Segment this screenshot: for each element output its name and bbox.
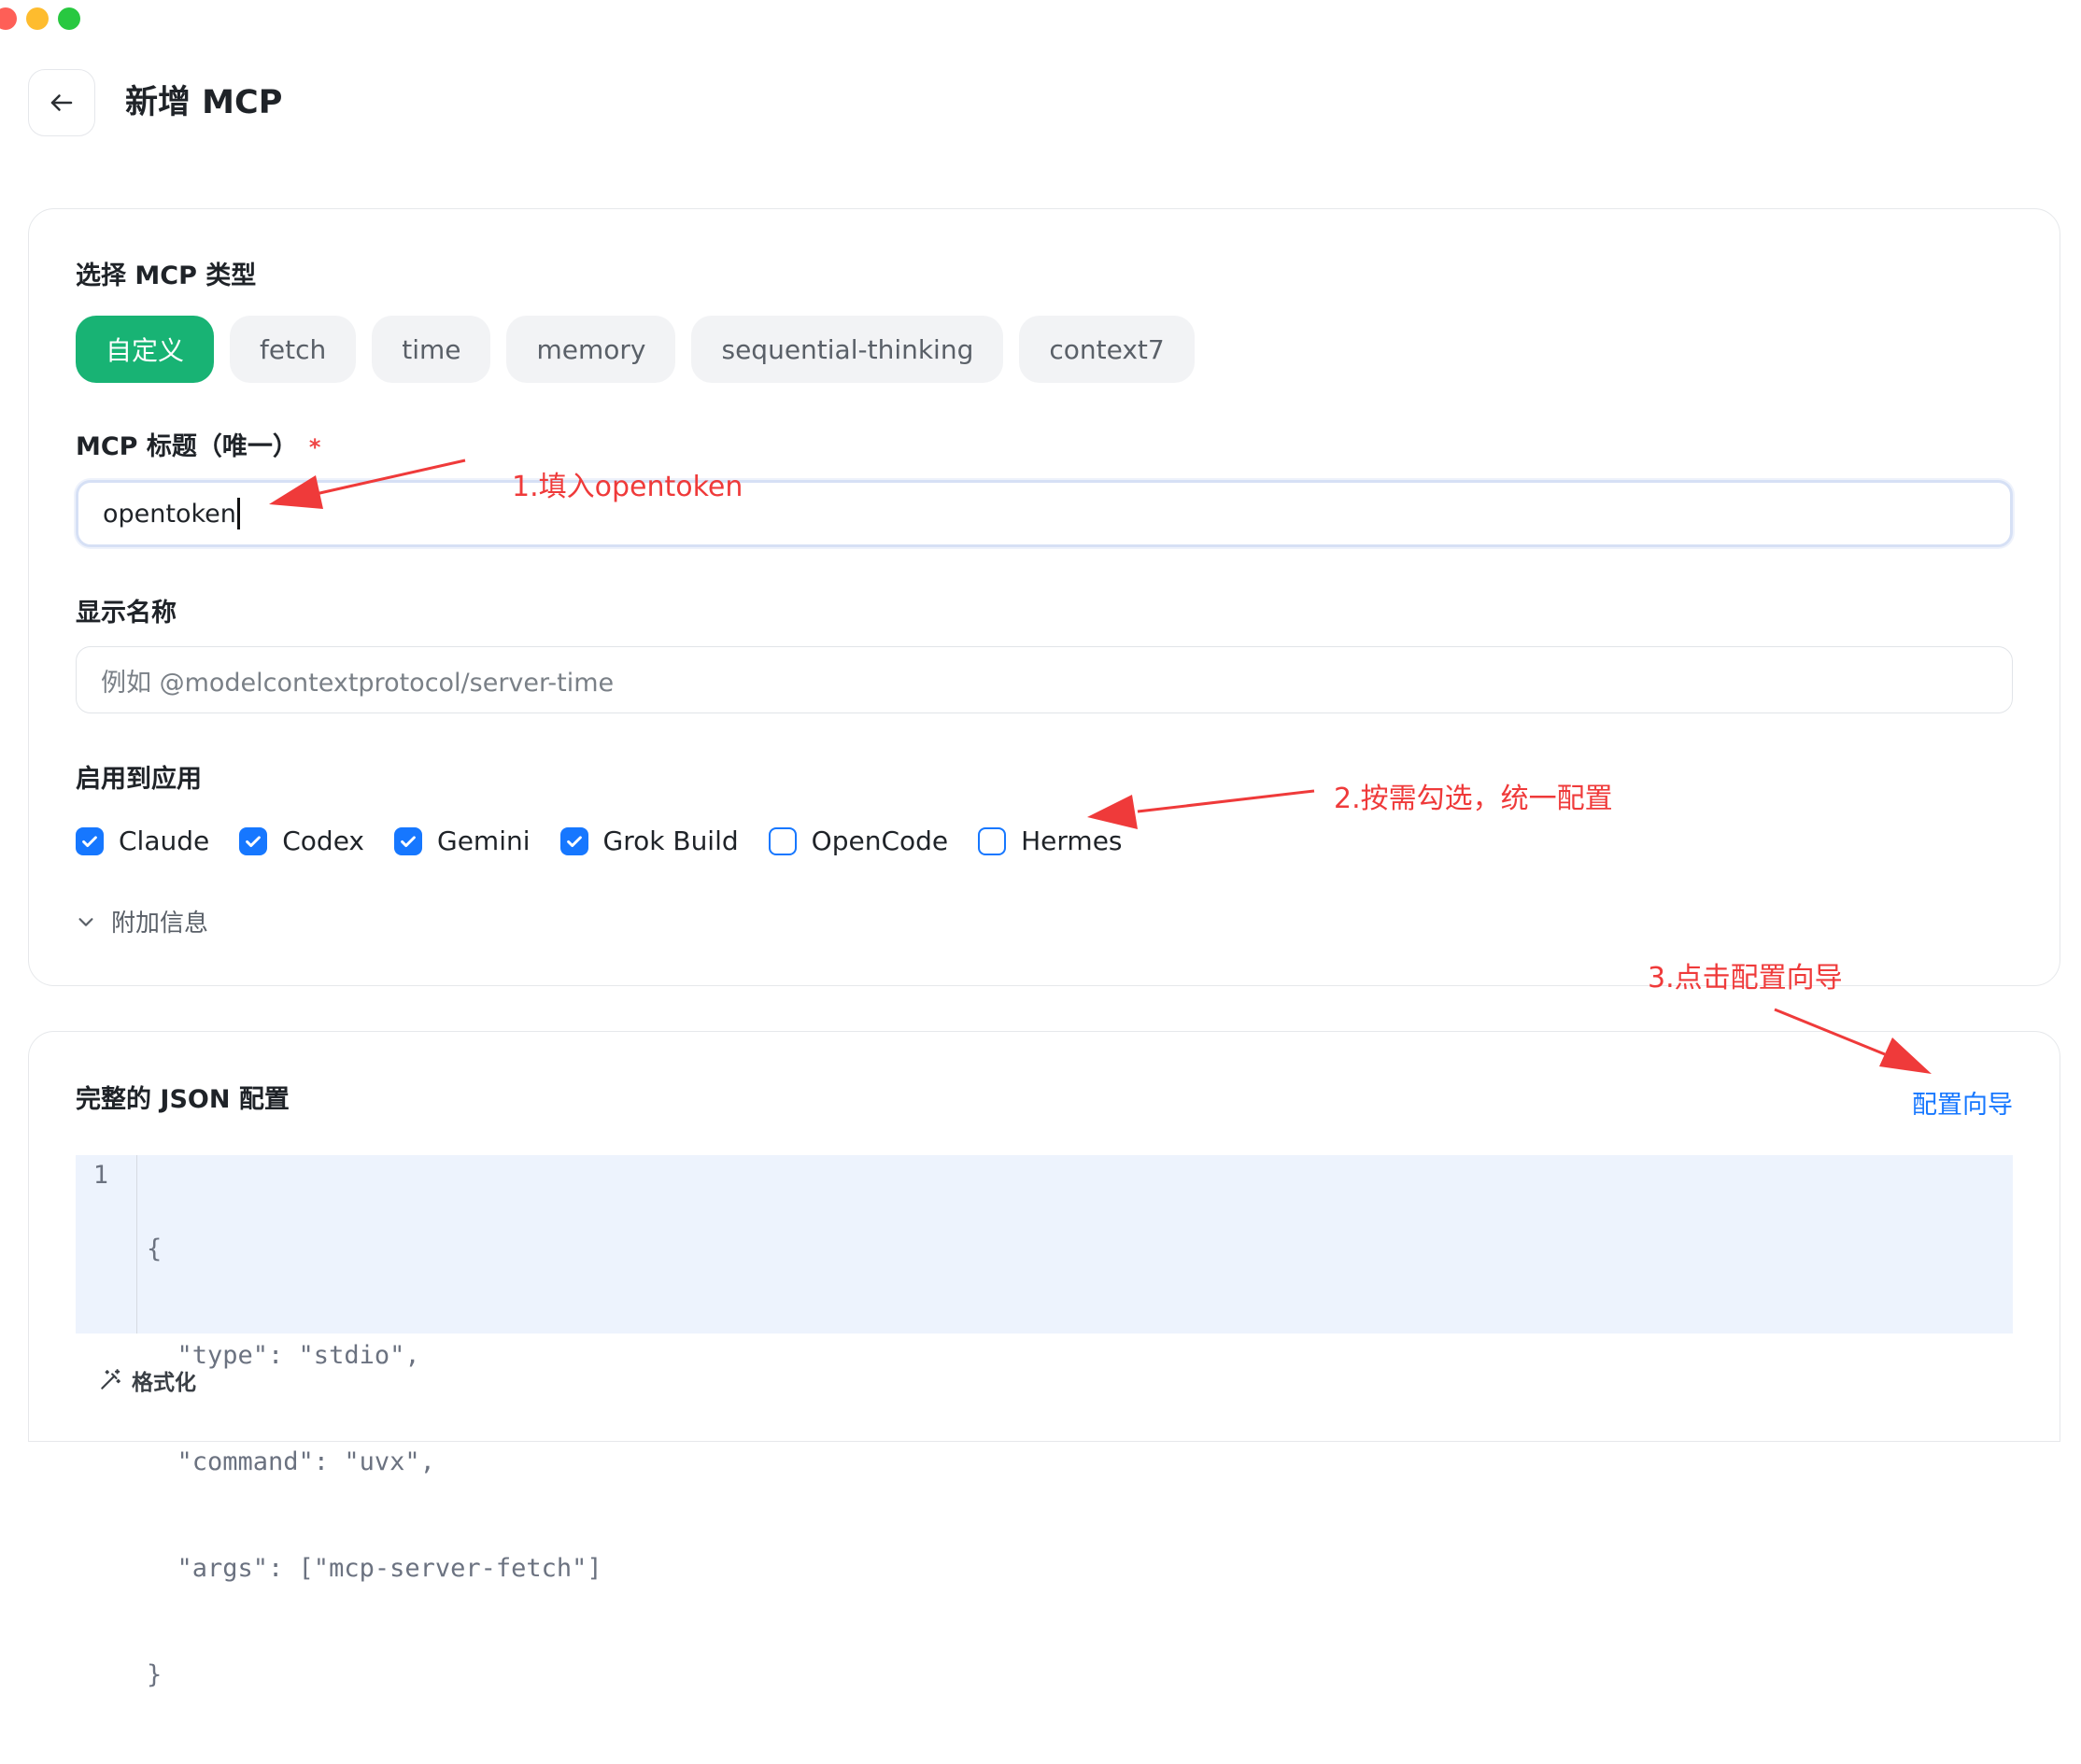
annotation-arrow-2 bbox=[1087, 789, 1315, 829]
code-line: } bbox=[147, 1660, 163, 1689]
code-line: "command": "uvx", bbox=[147, 1447, 435, 1476]
annotation-arrow-3 bbox=[1774, 1008, 1932, 1074]
annotation-step-2: 2.按需勾选，统一配置 bbox=[1334, 783, 1613, 815]
annotation-step-3: 3.点击配置向导 bbox=[1648, 962, 1843, 995]
annotation-arrow-1 bbox=[269, 459, 466, 509]
annotation-step-1: 1.填入opentoken bbox=[512, 471, 743, 503]
annotation-arrows bbox=[269, 459, 1932, 1074]
code-line: "args": ["mcp-server-fetch"] bbox=[147, 1554, 602, 1583]
